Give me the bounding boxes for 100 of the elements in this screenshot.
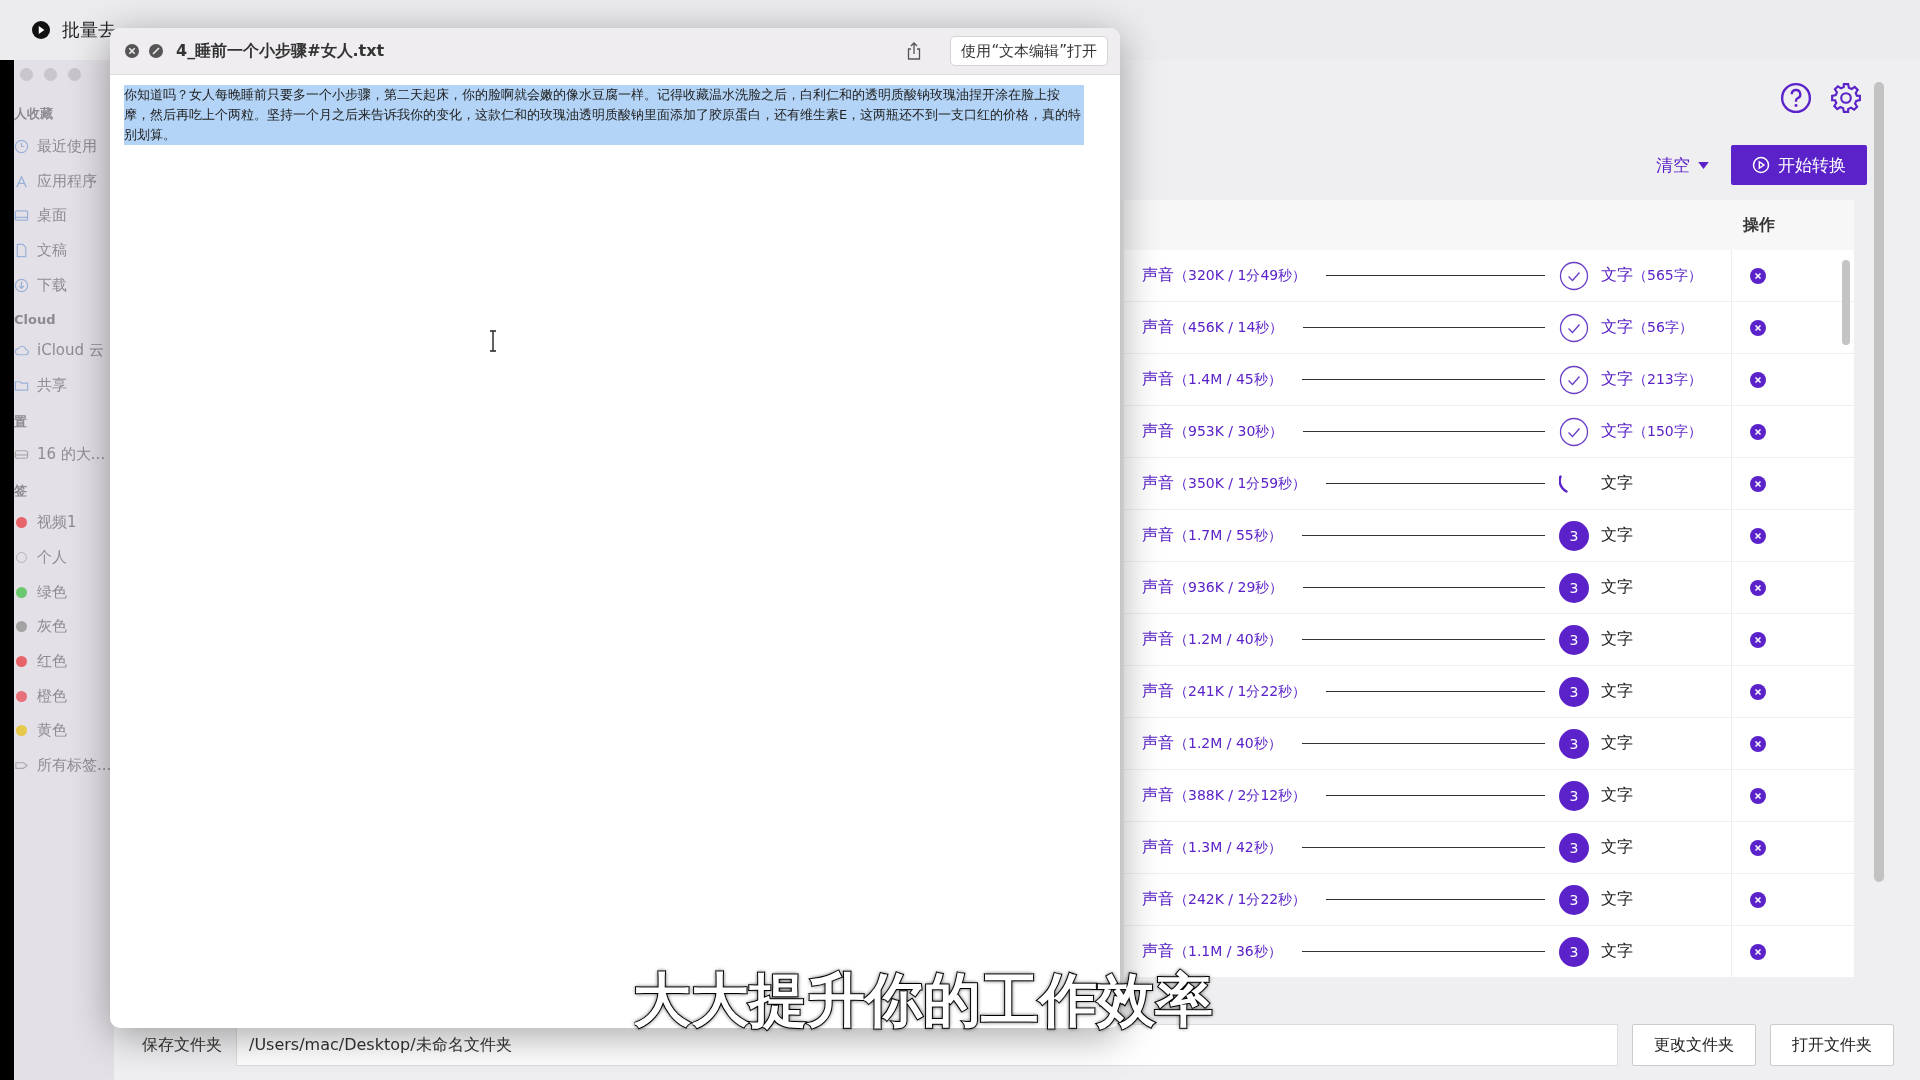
- folder-button[interactable]: 更改文件夹: [1632, 1024, 1756, 1066]
- audio-label: 声音（1.2M / 40秒）: [1142, 629, 1282, 650]
- section-header: 签: [14, 481, 28, 500]
- sidebar-item[interactable]: 视频1: [37, 513, 77, 533]
- sidebar-item[interactable]: 个人: [37, 548, 67, 568]
- settings-icon[interactable]: [1830, 81, 1862, 114]
- sidebar-item[interactable]: 绿色: [37, 582, 67, 602]
- audio-label: 声音（936K / 29秒）: [1142, 577, 1284, 598]
- queue-badge: 3: [1559, 676, 1589, 707]
- audio-label: 声音（953K / 30秒）: [1142, 421, 1284, 442]
- queue-badge: 3: [1559, 780, 1589, 811]
- open-with-button[interactable]: 使用“文本编辑”打开: [950, 36, 1108, 66]
- queue-badge: 3: [1559, 572, 1589, 603]
- remove-icon[interactable]: [1750, 371, 1766, 388]
- remove-icon[interactable]: [1750, 527, 1766, 544]
- clock-icon: [14, 138, 29, 154]
- sidebar-item[interactable]: 桌面: [37, 206, 67, 226]
- section-header: 置: [14, 412, 28, 431]
- sidebar-item[interactable]: 16 的大...: [37, 444, 106, 464]
- remove-icon[interactable]: [1750, 891, 1766, 908]
- text-label: 文字（150字）: [1601, 421, 1702, 442]
- scrollbar[interactable]: [1874, 82, 1884, 882]
- spinner-icon: [1559, 474, 1568, 493]
- check-circle-icon: [1559, 416, 1589, 447]
- share-icon[interactable]: [906, 42, 923, 60]
- window-title: 4_睡前一个小步骤#女人.txt: [176, 40, 385, 62]
- document-icon: [14, 242, 29, 258]
- audio-label: 声音（1.2M / 40秒）: [1142, 733, 1282, 754]
- sidebar-item[interactable]: 红色: [37, 652, 67, 672]
- remove-icon[interactable]: [1750, 423, 1766, 440]
- audio-label: 声音（388K / 2分12秒）: [1142, 785, 1307, 806]
- audio-label: 声音（241K / 1分22秒）: [1142, 681, 1307, 702]
- remove-icon[interactable]: [1750, 787, 1766, 804]
- sidebar-item[interactable]: 黄色: [37, 721, 67, 741]
- section-header: Cloud: [14, 312, 57, 328]
- remove-icon[interactable]: [1750, 267, 1766, 284]
- text-cursor-icon: [488, 330, 498, 352]
- check-circle-icon: [1559, 312, 1589, 343]
- text-label: 文字: [1601, 837, 1633, 858]
- audio-label: 声音（320K / 1分49秒）: [1142, 265, 1307, 286]
- queue-badge: 3: [1559, 884, 1589, 915]
- save-folder-label: 保存文件夹: [142, 1034, 222, 1056]
- audio-label: 声音（1.1M / 36秒）: [1142, 941, 1282, 962]
- play-icon: [1752, 156, 1770, 174]
- document-text: 你知道吗？女人每晚睡前只要多一个小步骤，第二天起床，你的脸啊就会嫩的像水豆腐一样。记得收藏温水洗脸之后，白利仁和的透明质酸钠玫瑰油捏开涂在脸上按摩，然后再吃上个两粒。坚持一个月之后来告诉我你的变化，这款仁和的玫瑰油透明质酸钠里面添加了胶原蛋白，还有维生素E，这两瓶还不到一支口红的价格，真的特别划算。: [124, 85, 1084, 145]
- sidebar-item[interactable]: 所有标签...: [37, 756, 112, 776]
- audio-label: 声音（350K / 1分59秒）: [1142, 473, 1307, 494]
- remove-icon[interactable]: [1750, 943, 1766, 960]
- audio-label: 声音（242K / 1分22秒）: [1142, 889, 1307, 910]
- text-label: 文字: [1601, 941, 1633, 962]
- remove-icon[interactable]: [1750, 735, 1766, 752]
- sidebar-item[interactable]: iCloud 云: [37, 341, 104, 361]
- text-label: 文字（213字）: [1601, 369, 1702, 390]
- remove-icon[interactable]: [1750, 839, 1766, 856]
- text-label: 文字: [1601, 473, 1633, 494]
- remove-icon[interactable]: [1750, 319, 1766, 336]
- queue-badge: 3: [1559, 520, 1589, 551]
- queue-badge: 3: [1559, 728, 1589, 759]
- sidebar-item[interactable]: 文稿: [37, 240, 67, 260]
- text-label: 文字: [1601, 525, 1633, 546]
- queue-badge: 3: [1559, 936, 1589, 967]
- queue-badge: 3: [1559, 832, 1589, 863]
- text-label: 文字: [1601, 889, 1633, 910]
- scrollbar[interactable]: [1842, 260, 1850, 345]
- queue-badge: 3: [1559, 624, 1589, 655]
- audio-label: 声音（1.7M / 55秒）: [1142, 525, 1282, 546]
- check-circle-icon: [1559, 364, 1589, 395]
- audio-label: 声音（1.4M / 45秒）: [1142, 369, 1282, 390]
- sidebar-item[interactable]: 最近使用: [37, 136, 97, 156]
- remove-icon[interactable]: [1750, 475, 1766, 492]
- download-icon: [14, 277, 29, 293]
- text-label: 文字: [1601, 733, 1633, 754]
- remove-icon[interactable]: [1750, 631, 1766, 648]
- sidebar-item[interactable]: 应用程序: [37, 171, 97, 191]
- caret-icon: [1698, 161, 1709, 169]
- clear-dropdown[interactable]: 清空: [1656, 153, 1709, 177]
- sidebar-item[interactable]: 橙色: [37, 686, 67, 706]
- text-label: 文字: [1601, 577, 1633, 598]
- folder-button[interactable]: 打开文件夹: [1770, 1024, 1894, 1066]
- help-icon[interactable]: [1780, 81, 1812, 114]
- remove-icon[interactable]: [1750, 579, 1766, 596]
- text-label: 文字: [1601, 681, 1633, 702]
- start-convert-button[interactable]: 开始转换: [1731, 145, 1867, 185]
- column-header: 操作: [1741, 214, 1775, 236]
- sidebar-item[interactable]: 灰色: [37, 617, 67, 637]
- play-icon: [32, 21, 50, 39]
- sidebar-item[interactable]: 共享: [37, 375, 67, 395]
- text-label: 文字: [1601, 629, 1633, 650]
- close-icon[interactable]: [124, 43, 140, 59]
- check-circle-icon: [1559, 260, 1589, 291]
- apps-icon: [14, 173, 29, 189]
- desktop-icon: [14, 208, 29, 224]
- text-label: 文字: [1601, 785, 1633, 806]
- sidebar-item[interactable]: 下载: [37, 275, 67, 295]
- text-label: 文字（56字）: [1601, 317, 1693, 338]
- text-label: 文字（565字）: [1601, 265, 1702, 286]
- audio-label: 声音（456K / 14秒）: [1142, 317, 1284, 338]
- remove-icon[interactable]: [1750, 683, 1766, 700]
- section-header: 人收藏: [14, 105, 54, 123]
- audio-label: 声音（1.3M / 42秒）: [1142, 837, 1282, 858]
